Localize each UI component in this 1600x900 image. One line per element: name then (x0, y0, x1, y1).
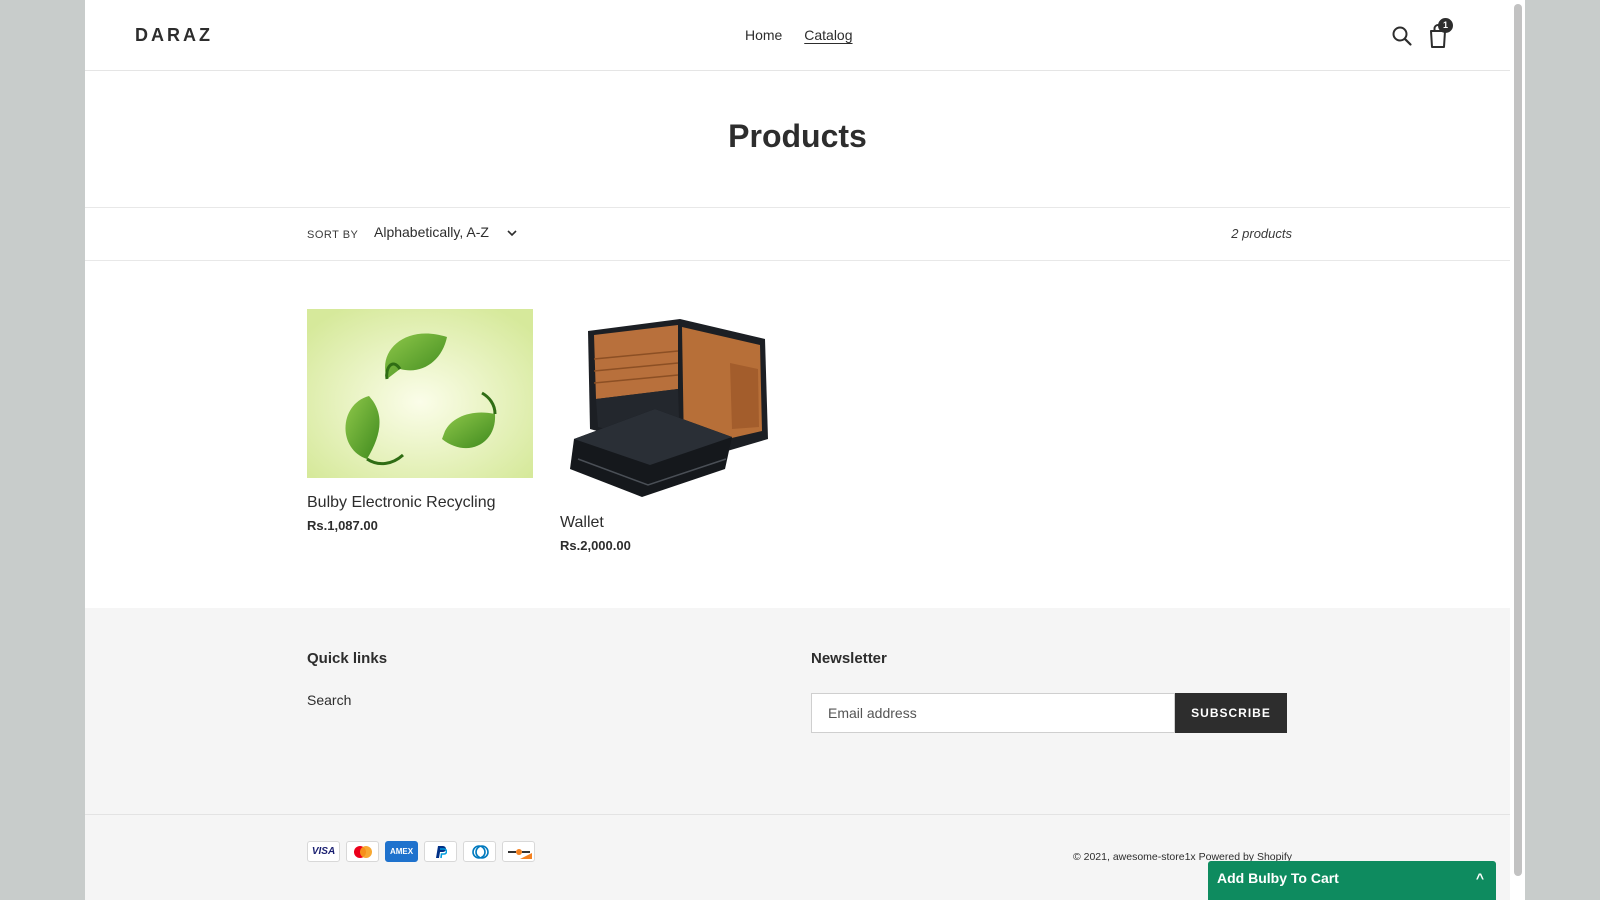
product-price: Rs.1,087.00 (307, 518, 378, 533)
page: DARAZ Home Catalog 1 Products SORT BY Al… (85, 0, 1510, 900)
site-footer: Quick links Search Newsletter SUBSCRIBE … (85, 608, 1510, 900)
footer-link-search[interactable]: Search (307, 692, 351, 708)
page-title: Products (728, 118, 867, 154)
amex-icon-text: AMEX (389, 847, 414, 856)
discover-icon (502, 841, 535, 862)
visa-icon-text: VISA (311, 846, 336, 857)
paypal-icon (424, 841, 457, 862)
cart-count-badge: 1 (1438, 18, 1453, 33)
caret-up-icon[interactable]: ^ (1476, 870, 1484, 886)
email-field[interactable] (811, 693, 1175, 733)
chevron-down-icon (507, 230, 517, 237)
footer-divider (85, 814, 1510, 815)
amex-icon: AMEX (385, 841, 418, 862)
site-header: DARAZ Home Catalog 1 (85, 0, 1510, 71)
search-icon[interactable] (1391, 25, 1413, 47)
product-count: 2 products (1231, 226, 1292, 241)
quick-links-heading: Quick links (307, 650, 388, 667)
sticky-add-to-cart-button[interactable]: Add Bulby To Cart ^ (1208, 861, 1496, 900)
mastercard-icon (346, 841, 379, 862)
store-logo[interactable]: DARAZ (135, 25, 213, 46)
nav-home[interactable]: Home (745, 27, 782, 43)
collection-toolbar: SORT BY Alphabetically, A-Z 2 products (85, 207, 1510, 261)
visa-icon: VISA (307, 841, 340, 862)
sticky-add-to-cart-label: Add Bulby To Cart (1217, 870, 1339, 886)
sort-select-value: Alphabetically, A-Z (374, 224, 489, 240)
scrollbar-thumb[interactable] (1514, 4, 1522, 876)
product-price: Rs.2,000.00 (560, 538, 631, 553)
payment-icons: VISA AMEX (307, 841, 535, 862)
diners-club-icon (463, 841, 496, 862)
product-card[interactable]: Bulby Electronic Recycling Rs.1,087.00 (307, 309, 533, 533)
nav-catalog[interactable]: Catalog (804, 27, 852, 43)
product-card[interactable]: Wallet Rs.2,000.00 (560, 309, 786, 553)
recycling-leaves-image[interactable] (307, 309, 533, 478)
wallet-image[interactable] (560, 309, 786, 498)
product-title[interactable]: Bulby Electronic Recycling (307, 494, 533, 512)
newsletter-heading: Newsletter (811, 650, 887, 667)
main-nav: Home Catalog (745, 27, 871, 43)
product-title[interactable]: Wallet (560, 514, 786, 532)
sort-label: SORT BY (307, 229, 359, 241)
sort-select[interactable]: Alphabetically, A-Z (374, 224, 517, 240)
subscribe-button[interactable]: SUBSCRIBE (1175, 693, 1287, 733)
